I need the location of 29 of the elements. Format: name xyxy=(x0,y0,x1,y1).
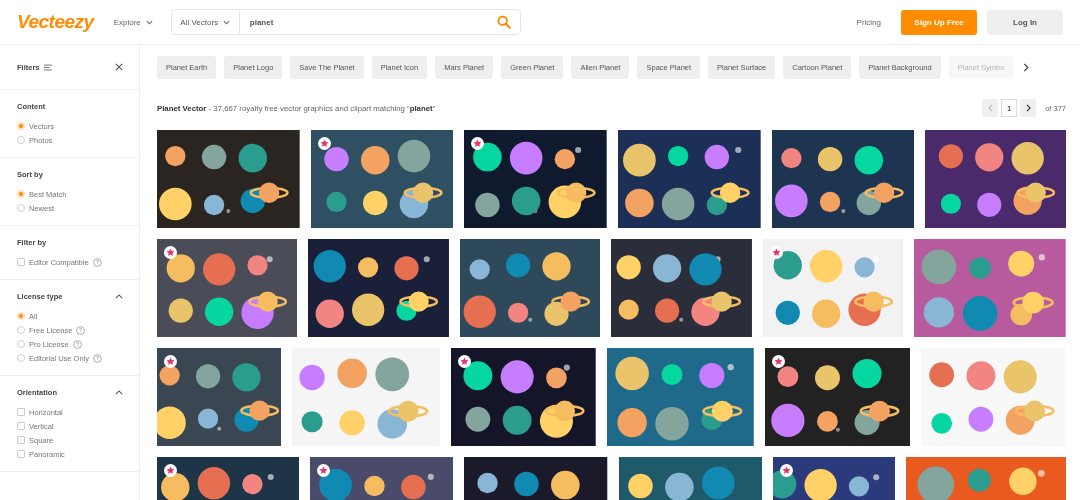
checkbox[interactable] xyxy=(17,408,25,416)
close-icon[interactable] xyxy=(115,63,123,71)
search-icon[interactable] xyxy=(496,15,511,29)
radio-button[interactable] xyxy=(17,204,25,212)
log-in-button[interactable]: Log In xyxy=(987,9,1063,35)
chevron-right-icon xyxy=(1025,104,1031,112)
filter-lines-icon xyxy=(43,63,52,71)
caret-icon xyxy=(145,19,153,25)
checkbox[interactable] xyxy=(17,258,25,266)
radio-button[interactable] xyxy=(17,354,25,362)
category-dropdown[interactable]: All Vectors xyxy=(171,10,240,34)
chevron-icon[interactable] xyxy=(115,390,123,395)
radio-button[interactable] xyxy=(17,326,25,334)
radio-button[interactable] xyxy=(17,312,25,320)
radio-button[interactable] xyxy=(17,190,25,198)
search-field[interactable]: All Vectors planet xyxy=(170,9,521,35)
chevron-right-icon[interactable] xyxy=(1023,63,1030,72)
radio-button[interactable] xyxy=(17,122,25,130)
next-page-button[interactable] xyxy=(1020,99,1037,117)
pricing-link[interactable]: Pricing xyxy=(856,17,881,27)
checkbox[interactable] xyxy=(17,450,25,458)
explore-menu[interactable]: Explore xyxy=(113,17,153,27)
chevron-icon[interactable] xyxy=(115,294,123,299)
checkbox[interactable] xyxy=(17,422,25,430)
caret-icon xyxy=(223,19,231,25)
chevron-left-icon xyxy=(987,104,993,112)
radio-button[interactable] xyxy=(17,340,25,348)
checkbox[interactable] xyxy=(17,436,25,444)
radio-button[interactable] xyxy=(17,136,25,144)
